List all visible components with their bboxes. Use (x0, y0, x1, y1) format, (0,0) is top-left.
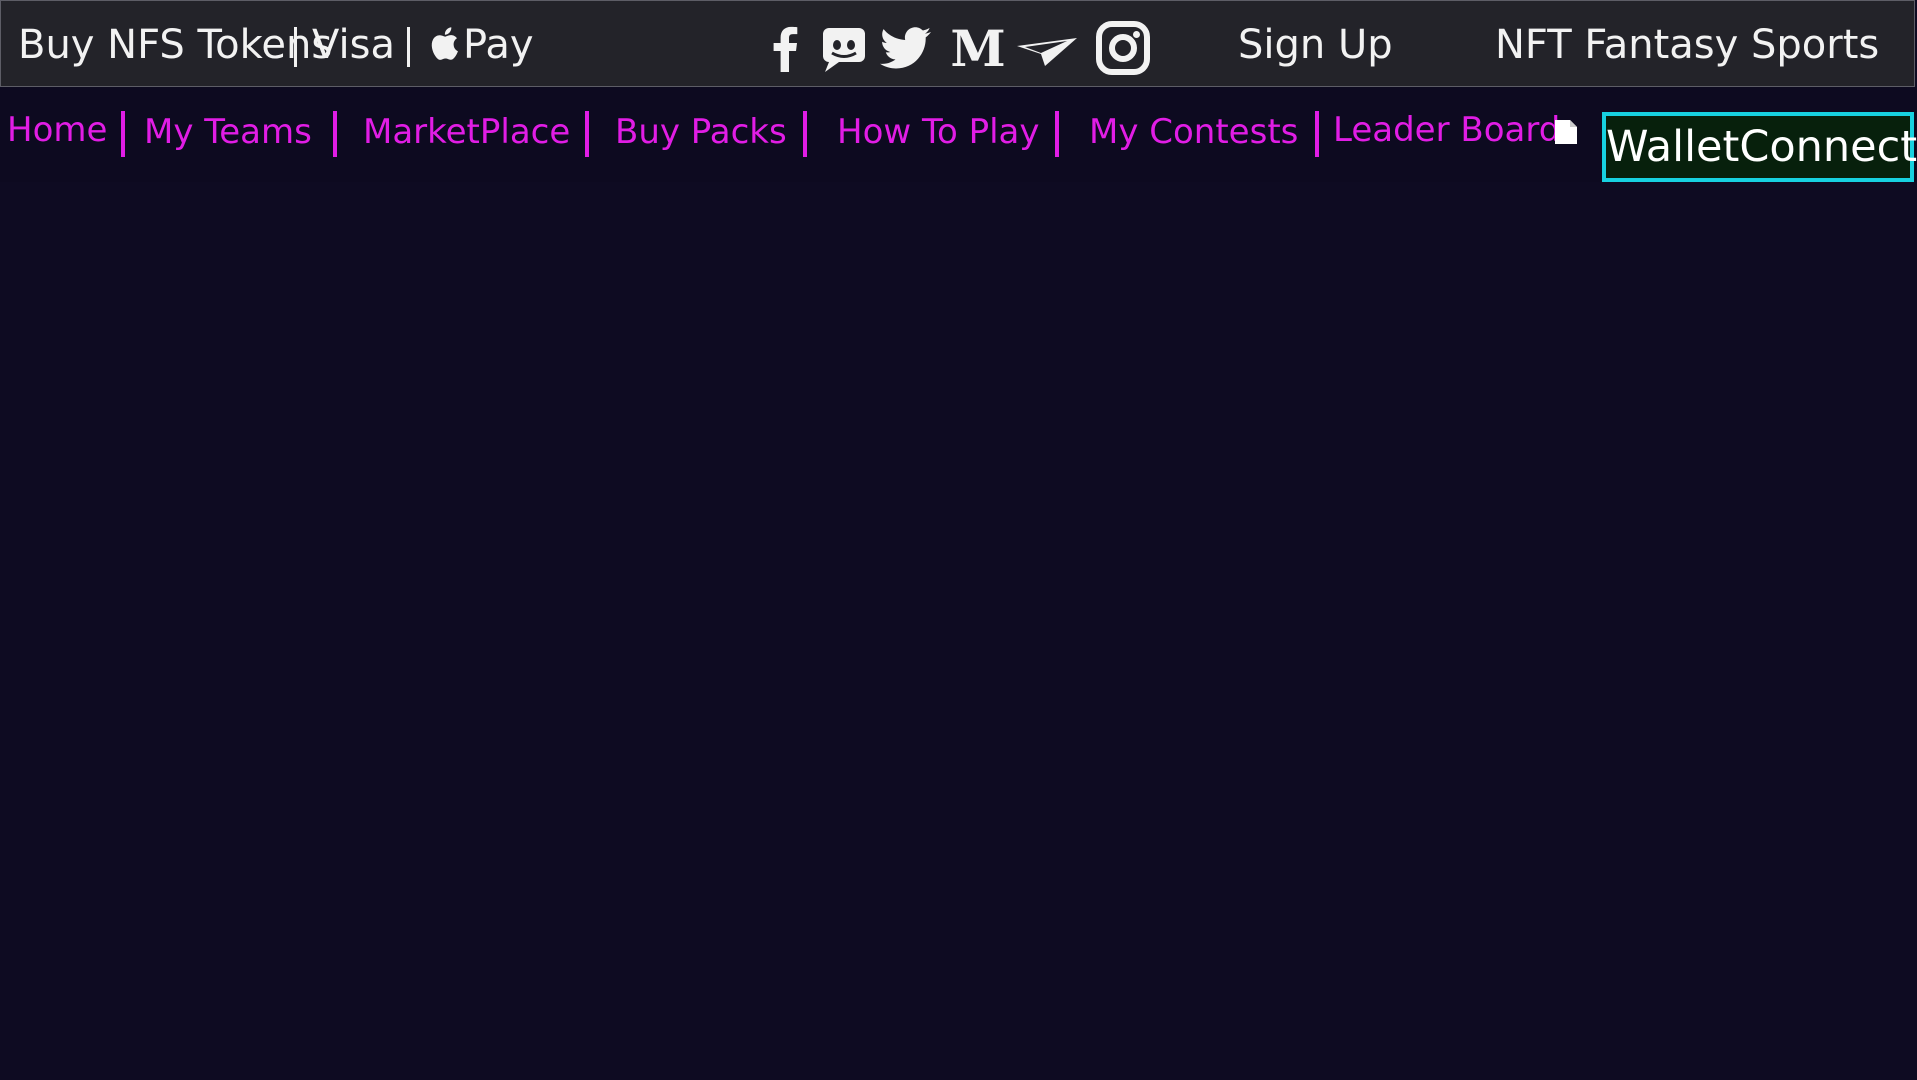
nav-divider (803, 111, 807, 157)
wallet-connect-button[interactable]: WalletConnect (1602, 112, 1917, 182)
divider (294, 27, 297, 67)
nav-item-my-contests[interactable]: My Contests (1089, 111, 1298, 153)
sign-up-link[interactable]: Sign Up (1238, 21, 1393, 69)
nav-item-leader-board[interactable]: Leader Board (1333, 109, 1560, 151)
visa-link[interactable]: Visa (312, 21, 395, 69)
brand-name[interactable]: NFT Fantasy Sports (1495, 21, 1879, 69)
buy-nfs-tokens-link[interactable]: Buy NFS Tokens (18, 21, 332, 69)
nav-item-buy-packs[interactable]: Buy Packs (615, 111, 787, 153)
telegram-icon[interactable] (1015, 20, 1079, 76)
nav-item-home[interactable]: Home (7, 109, 107, 151)
nav-divider (585, 111, 589, 157)
apple-pay-label: Pay (463, 22, 534, 68)
nav-item-how-to-play[interactable]: How To Play (837, 111, 1040, 153)
divider (407, 27, 410, 67)
apple-pay-link[interactable]: Pay (429, 21, 534, 69)
svg-text:M: M (950, 20, 1005, 76)
hero-illustration (0, 87, 1917, 1080)
document-icon (1555, 120, 1577, 144)
instagram-icon[interactable] (1094, 20, 1152, 76)
nav-divider (121, 111, 125, 157)
nav-divider (1315, 111, 1319, 157)
twitter-icon[interactable] (877, 20, 935, 76)
top-bar: Buy NFS Tokens Visa Pay M Sign Up NFT Fa… (0, 0, 1915, 87)
nav-divider (333, 111, 337, 157)
nav-item-marketplace[interactable]: MarketPlace (363, 111, 570, 153)
discord-icon[interactable] (815, 20, 873, 76)
medium-icon[interactable]: M (949, 20, 1007, 76)
nav-divider (1055, 111, 1059, 157)
apple-icon (429, 24, 463, 62)
facebook-icon[interactable] (756, 20, 814, 76)
nav-item-my-teams[interactable]: My Teams (144, 111, 312, 153)
